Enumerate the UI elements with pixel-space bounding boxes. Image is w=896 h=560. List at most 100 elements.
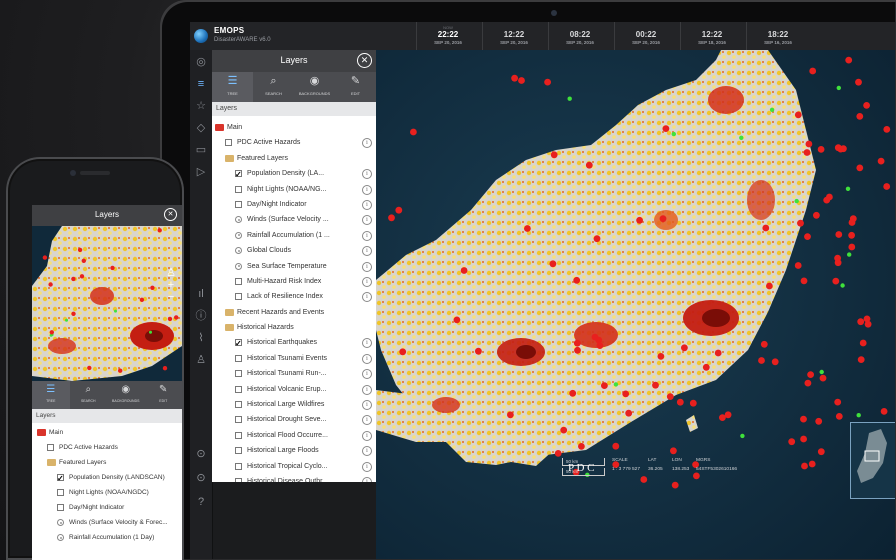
earthquake-marker[interactable] bbox=[77, 247, 83, 253]
earthquake-marker[interactable] bbox=[139, 297, 145, 302]
earthquake-marker[interactable] bbox=[42, 255, 48, 260]
info-icon[interactable]: i bbox=[362, 138, 372, 149]
tab-edit[interactable]: ✎ EDIT bbox=[335, 72, 376, 102]
earthquake-marker[interactable] bbox=[388, 214, 395, 222]
layer-checkbox[interactable] bbox=[57, 504, 64, 511]
earthquake-marker[interactable] bbox=[549, 260, 557, 268]
earthquake-marker[interactable] bbox=[87, 365, 92, 371]
info-icon[interactable]: i bbox=[362, 461, 372, 472]
video-camera-icon[interactable]: ▷ bbox=[193, 164, 209, 180]
earthquake-marker[interactable] bbox=[659, 215, 667, 223]
tab-backgrounds[interactable]: ◉ BACKGROUNDS bbox=[107, 381, 145, 409]
layer-checkbox[interactable] bbox=[235, 336, 242, 352]
info-icon[interactable]: i bbox=[362, 446, 372, 457]
earthquake-marker[interactable] bbox=[507, 411, 514, 419]
volcano-marker[interactable] bbox=[671, 131, 676, 137]
layer-row[interactable]: Featured Layers bbox=[212, 151, 376, 166]
volcano-marker[interactable] bbox=[65, 318, 68, 322]
map-view[interactable] bbox=[376, 50, 896, 560]
info-icon[interactable]: ⓘ bbox=[193, 308, 209, 324]
info-icon[interactable]: i bbox=[362, 246, 372, 257]
earthquake-marker[interactable] bbox=[550, 151, 558, 159]
earthquake-marker[interactable] bbox=[758, 357, 765, 364]
layer-checkbox[interactable] bbox=[235, 385, 242, 393]
earthquake-marker[interactable] bbox=[817, 146, 825, 153]
volcano-marker[interactable] bbox=[613, 382, 619, 387]
earthquake-marker[interactable] bbox=[794, 262, 802, 269]
earthquake-marker[interactable] bbox=[652, 381, 659, 389]
earthquake-marker[interactable] bbox=[719, 414, 726, 421]
earthquake-marker[interactable] bbox=[800, 415, 807, 423]
layer-row[interactable]: Historical Drought Seve... i bbox=[212, 412, 376, 427]
earthquake-marker[interactable] bbox=[797, 219, 804, 227]
layer-row[interactable]: Day/Night Indicator i bbox=[212, 197, 376, 212]
layer-checkbox[interactable] bbox=[57, 489, 64, 496]
layer-row[interactable]: Historical Tropical Cyclo... i bbox=[212, 459, 376, 474]
earthquake-marker[interactable] bbox=[883, 183, 891, 190]
earthquake-marker[interactable] bbox=[395, 206, 403, 214]
info-icon[interactable]: i bbox=[362, 230, 372, 241]
layer-row[interactable]: Recent Hazards and Events bbox=[212, 305, 376, 320]
layer-row[interactable]: Rainfall Accumulation (1 Day) bbox=[32, 530, 182, 545]
earthquake-marker[interactable] bbox=[573, 339, 581, 347]
earthquake-marker[interactable] bbox=[771, 358, 779, 366]
earthquake-marker[interactable] bbox=[79, 274, 85, 279]
layer-row[interactable]: Historical Volcanic Erup... i bbox=[212, 382, 376, 397]
info-icon[interactable]: i bbox=[362, 199, 372, 210]
info-icon[interactable]: i bbox=[362, 353, 372, 364]
volcano-marker[interactable] bbox=[769, 107, 775, 112]
earthquake-marker[interactable] bbox=[849, 215, 857, 223]
location-pin-icon[interactable]: ⊙ bbox=[193, 470, 209, 486]
volcano-marker[interactable] bbox=[847, 252, 852, 257]
tab-tree[interactable]: ☰ TREE bbox=[212, 72, 253, 102]
volcano-marker[interactable] bbox=[794, 198, 799, 204]
layer-row[interactable]: Night Lights (NOAA/NG... i bbox=[212, 182, 376, 197]
layer-checkbox[interactable] bbox=[235, 167, 242, 183]
layer-radio[interactable] bbox=[235, 247, 242, 255]
earthquake-marker[interactable] bbox=[676, 398, 684, 406]
earthquake-marker[interactable] bbox=[794, 111, 802, 119]
layer-row[interactable]: Historical Flood Occurre... i bbox=[212, 428, 376, 443]
earthquake-marker[interactable] bbox=[167, 316, 173, 322]
layer-checkbox[interactable] bbox=[235, 200, 242, 208]
earthquake-marker[interactable] bbox=[460, 267, 468, 274]
earthquake-marker[interactable] bbox=[554, 450, 562, 457]
earthquake-marker[interactable] bbox=[835, 413, 843, 420]
info-icon[interactable]: i bbox=[362, 384, 372, 395]
tab-tree[interactable]: ☰ TREE bbox=[32, 381, 70, 409]
earthquake-marker[interactable] bbox=[857, 356, 865, 363]
volcano-marker[interactable] bbox=[840, 283, 845, 288]
earthquake-marker[interactable] bbox=[877, 157, 885, 165]
earthquake-marker[interactable] bbox=[805, 140, 813, 148]
earthquake-marker[interactable] bbox=[788, 438, 796, 446]
earthquake-marker[interactable] bbox=[813, 211, 820, 219]
zoom-in-icon[interactable]: + bbox=[165, 279, 177, 291]
volcano-marker[interactable] bbox=[740, 433, 745, 439]
earthquake-marker[interactable] bbox=[800, 435, 807, 443]
earthquake-marker[interactable] bbox=[162, 366, 168, 371]
earthquake-marker[interactable] bbox=[803, 149, 811, 156]
earthquake-marker[interactable] bbox=[859, 339, 867, 347]
layer-radio[interactable] bbox=[235, 231, 242, 239]
info-icon[interactable]: i bbox=[362, 400, 372, 411]
earthquake-marker[interactable] bbox=[544, 78, 551, 86]
earthquake-marker[interactable] bbox=[524, 225, 531, 232]
help-icon[interactable]: ? bbox=[193, 494, 209, 510]
layer-row[interactable]: Sea Surface Temperature i bbox=[212, 259, 376, 274]
earthquake-marker[interactable] bbox=[823, 196, 831, 204]
earthquake-marker[interactable] bbox=[681, 344, 688, 352]
earthquake-marker[interactable] bbox=[804, 233, 811, 241]
earthquake-marker[interactable] bbox=[819, 374, 827, 382]
volcano-marker[interactable] bbox=[819, 369, 824, 375]
japan-map[interactable] bbox=[376, 50, 896, 560]
analytics-bars-icon[interactable]: ıl bbox=[193, 286, 209, 302]
layer-row[interactable]: Night Lights (NOAA/NGDC) bbox=[32, 485, 182, 500]
info-icon[interactable]: i bbox=[362, 184, 372, 195]
timeline-slot[interactable]: 18:22 SEP 16, 2016 bbox=[746, 22, 792, 50]
earthquake-marker[interactable] bbox=[48, 282, 53, 287]
layer-row[interactable]: Main bbox=[32, 425, 182, 440]
earthquake-marker[interactable] bbox=[762, 224, 770, 232]
layer-row[interactable]: Historical Large Floods i bbox=[212, 443, 376, 458]
earthquake-marker[interactable] bbox=[880, 408, 888, 415]
earthquake-marker[interactable] bbox=[856, 164, 864, 172]
